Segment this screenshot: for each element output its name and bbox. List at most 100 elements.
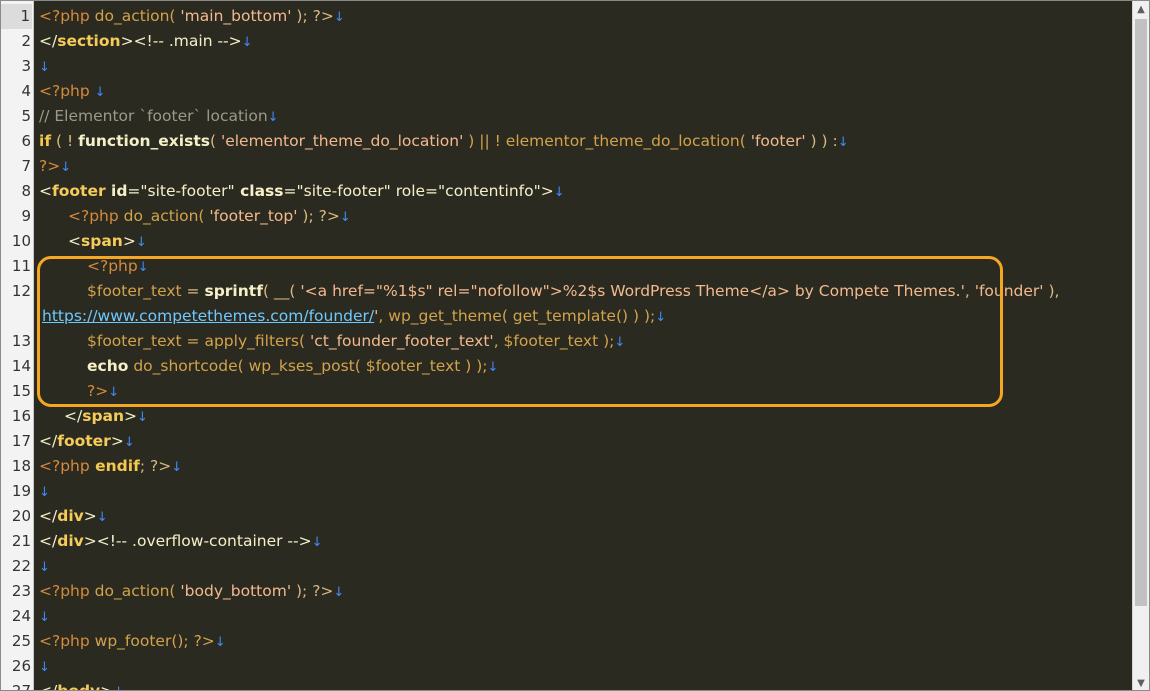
code-token: $footer_text	[87, 332, 182, 350]
code-line-7: ?>↓	[39, 154, 71, 179]
line-number: 17	[11, 432, 31, 450]
code-token: =	[181, 282, 205, 300]
code-token: footer	[52, 182, 106, 200]
code-comment: // Elementor `footer` location	[39, 107, 268, 125]
eol-icon: ↓	[267, 110, 279, 125]
code-token: ( __(	[262, 282, 301, 300]
code-line-20: </div>↓	[39, 504, 108, 529]
eol-icon: ↓	[96, 510, 108, 525]
code-line-13: $footer_text = apply_filters( 'ct_founde…	[87, 329, 625, 354]
code-token: >	[100, 682, 114, 691]
code-token: 'body_bottom'	[175, 582, 292, 600]
code-line-21: </div><!-- .overflow-container -->↓	[39, 529, 323, 554]
line-number: 3	[21, 57, 31, 75]
line-number: 8	[21, 182, 31, 200]
php-open-tag: <?php	[39, 7, 90, 25]
eol-icon: ↓	[113, 685, 124, 690]
line-number: 7	[21, 157, 31, 175]
code-token: div	[57, 507, 84, 525]
code-token: footer	[57, 432, 111, 450]
code-line-11: <?php↓	[87, 254, 149, 279]
code-token: section	[57, 32, 121, 50]
eol-icon: ↓	[553, 185, 565, 200]
url-link[interactable]: https://www.competethemes.com/founder/	[42, 307, 374, 325]
eol-icon: ↓	[39, 660, 50, 675]
code-token: class	[234, 182, 284, 200]
code-line-17: </footer>↓	[39, 429, 135, 454]
scroll-down-icon[interactable]: ▼	[1133, 675, 1149, 690]
php-open-tag: <?php	[39, 457, 90, 475]
code-token: "site-footer"	[296, 182, 391, 200]
eol-icon: ↓	[487, 360, 499, 375]
code-token: id	[105, 182, 128, 200]
eol-icon: ↓	[123, 435, 135, 450]
code-token: ),	[1043, 282, 1060, 300]
line-number: 26	[11, 657, 31, 675]
line-number: 9	[21, 207, 31, 225]
line-number: 13	[11, 332, 31, 350]
code-token: function_exists	[78, 132, 210, 150]
code-token: do_action(	[89, 7, 176, 25]
code-token: "site-footer"	[140, 182, 235, 200]
code-token: ,	[964, 282, 975, 300]
code-token: , wp_get_theme( get_template() ) );	[378, 307, 656, 325]
code-token: , $footer_text );	[493, 332, 615, 350]
code-line-23: <?php do_action( 'body_bottom' ); ?>↓	[39, 579, 344, 604]
code-token: ); ?>	[297, 207, 340, 225]
line-number: 11	[11, 257, 31, 275]
line-number: 2	[21, 32, 31, 50]
code-token: >	[122, 232, 136, 250]
line-number: 20	[11, 507, 31, 525]
code-comment: <!-- .main -->	[133, 32, 242, 50]
code-line-14: echo do_shortcode( wp_kses_post( $footer…	[87, 354, 498, 379]
code-line-15: ?>↓	[87, 379, 119, 404]
eol-icon: ↓	[614, 335, 626, 350]
eol-icon: ↓	[137, 410, 148, 425]
php-close-tag: ?>	[87, 382, 109, 400]
code-token: </	[39, 682, 58, 691]
php-open-tag: <?php	[87, 257, 138, 275]
scrollbar-thumb[interactable]	[1135, 19, 1147, 606]
code-token: =	[127, 182, 141, 200]
code-token: ; ?>	[139, 457, 172, 475]
eol-icon: ↓	[333, 10, 345, 25]
code-token: 'founder'	[974, 282, 1044, 300]
code-line-25: <?php wp_footer(); ?>↓	[39, 629, 226, 654]
code-line-19: ↓	[39, 479, 50, 504]
code-token: if	[39, 132, 52, 150]
line-number: 24	[11, 607, 31, 625]
code-token: sprintf	[204, 282, 263, 300]
eol-icon: ↓	[241, 35, 253, 50]
eol-icon: ↓	[339, 210, 351, 225]
line-number: 25	[11, 632, 31, 650]
code-area[interactable]: <?php do_action( 'main_bottom' ); ?>↓ </…	[34, 1, 1132, 691]
php-open-tag: <?php	[68, 207, 119, 225]
code-line-6: if ( ! function_exists( 'elementor_theme…	[39, 129, 849, 154]
scroll-up-icon[interactable]: ▲	[1133, 1, 1149, 18]
code-line-24: ↓	[39, 604, 50, 629]
line-number: 1	[1, 4, 32, 29]
line-number: 18	[11, 457, 31, 475]
code-token: 'elementor_theme_do_location'	[220, 132, 464, 150]
code-line-26: ↓	[39, 654, 50, 679]
code-line-27: </body>↓	[39, 679, 124, 691]
eol-icon: ↓	[171, 460, 183, 475]
code-token: ) ) :	[805, 132, 838, 150]
code-editor[interactable]: 1 2 3 4 5 6 7 8 9 10 11 12 13 14 15 16 17 18 19 20 21 22 23 24 2…	[0, 0, 1150, 691]
vertical-scrollbar[interactable]: ▲ ▼	[1132, 1, 1149, 690]
code-token: span	[82, 407, 125, 425]
line-number: 4	[21, 82, 31, 100]
code-token: ) || ! elementor_theme_do_location(	[463, 132, 751, 150]
code-token: </	[39, 432, 58, 450]
code-line-12-wrap: https://www.competethemes.com/founder/',…	[42, 304, 666, 329]
eol-icon: ↓	[39, 485, 50, 500]
eol-icon: ↓	[94, 85, 106, 100]
line-number: 16	[11, 407, 31, 425]
code-token: >	[120, 32, 134, 50]
code-token: endif	[89, 457, 140, 475]
code-line-5: // Elementor `footer` location↓	[39, 104, 279, 129]
eol-icon: ↓	[311, 535, 323, 550]
eol-icon: ↓	[214, 635, 226, 650]
line-number: 14	[11, 357, 31, 375]
line-number: 6	[21, 132, 31, 150]
